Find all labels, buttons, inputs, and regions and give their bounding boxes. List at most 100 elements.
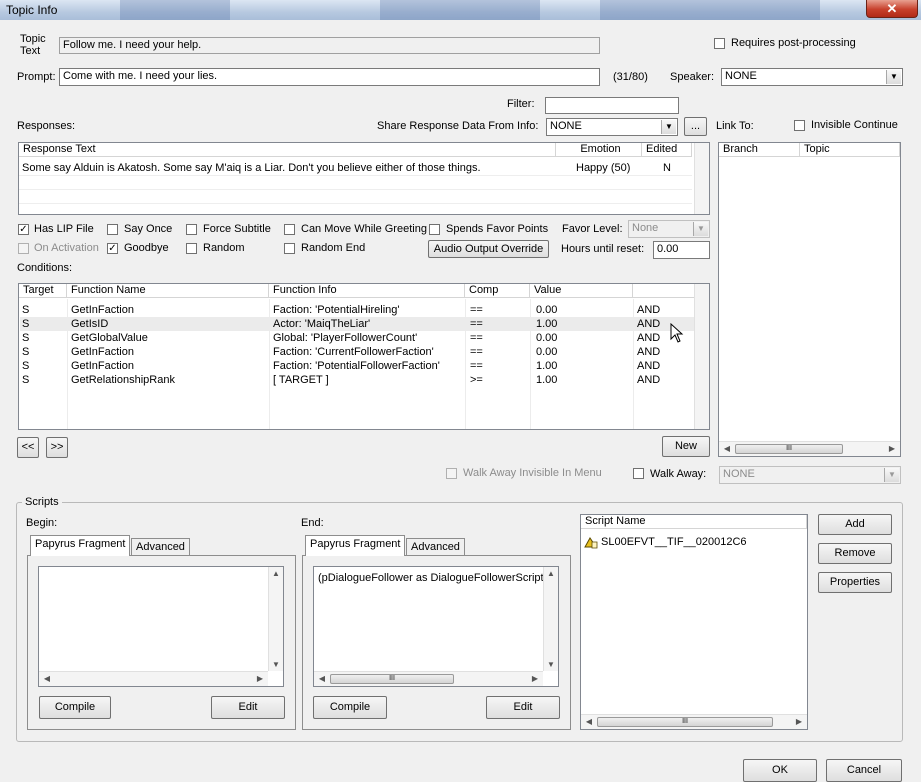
- tab-end-papyrus-fragment[interactable]: Papyrus Fragment: [305, 535, 406, 556]
- spends-favor-points-checkbox[interactable]: [429, 224, 440, 235]
- walk-away-invisible-label: Walk Away Invisible In Menu: [463, 467, 602, 479]
- ok-button[interactable]: OK: [743, 759, 817, 782]
- can-move-while-greeting-checkbox[interactable]: [284, 224, 295, 235]
- column-header-response-text[interactable]: Response Text: [19, 143, 556, 157]
- walk-away-dropdown[interactable]: NONE ▼: [719, 466, 901, 484]
- prompt-input[interactable]: Come with me. I need your lies.: [59, 68, 600, 86]
- condition-comp-cell: ==: [470, 304, 483, 316]
- column-header-function-info[interactable]: Function Info: [269, 284, 465, 298]
- close-button[interactable]: ✕: [866, 0, 918, 18]
- end-hscrollbar[interactable]: ◀ III ▶: [314, 671, 543, 686]
- topic-text-field[interactable]: Follow me. I need your help.: [59, 37, 600, 54]
- link-to-label: Link To:: [716, 120, 754, 132]
- walk-away-invisible-checkbox[interactable]: [446, 468, 457, 479]
- end-script-editor[interactable]: (pDialogueFollower as DialogueFollowerSc…: [313, 566, 559, 687]
- responses-scrollbar[interactable]: [694, 143, 709, 214]
- column-header-target[interactable]: Target: [19, 284, 67, 298]
- title-bar[interactable]: [0, 0, 921, 20]
- filter-input[interactable]: [545, 97, 679, 114]
- scroll-right-icon: ▶: [531, 674, 539, 683]
- column-header-edited[interactable]: Edited: [642, 143, 692, 157]
- scroll-down-icon: ▼: [547, 660, 555, 669]
- end-compile-button[interactable]: Compile: [313, 696, 387, 719]
- scroll-thumb[interactable]: III: [735, 444, 843, 454]
- link-to-hscrollbar[interactable]: ◀ III ▶: [719, 441, 900, 456]
- speaker-dropdown[interactable]: NONE ▼: [721, 68, 903, 86]
- condition-comp-cell: >=: [470, 374, 483, 386]
- column-header-function-name[interactable]: Function Name: [67, 284, 269, 298]
- add-script-button[interactable]: Add: [818, 514, 892, 535]
- scroll-right-icon: ▶: [888, 444, 896, 453]
- speaker-value: NONE: [725, 70, 757, 82]
- column-header-branch[interactable]: Branch: [719, 143, 800, 157]
- tab-begin-papyrus-fragment[interactable]: Papyrus Fragment: [30, 535, 131, 556]
- condition-operator-cell: AND: [637, 346, 661, 358]
- has-lip-file-label: Has LIP File: [34, 223, 94, 235]
- on-activation-checkbox[interactable]: [18, 243, 29, 254]
- column-header-value[interactable]: Value: [530, 284, 633, 298]
- previous-button[interactable]: <<: [17, 437, 39, 458]
- has-lip-file-checkbox[interactable]: ✓: [18, 224, 29, 235]
- scroll-right-icon: ▶: [256, 674, 264, 683]
- share-response-browse-button[interactable]: ...: [684, 117, 707, 136]
- condition-target-cell: S: [22, 318, 30, 330]
- column-header-script-name[interactable]: Script Name: [581, 515, 807, 529]
- script-properties-button[interactable]: Properties: [818, 572, 892, 593]
- remove-script-button[interactable]: Remove: [818, 543, 892, 564]
- tab-begin-advanced[interactable]: Advanced: [131, 538, 190, 556]
- conditions-scrollbar[interactable]: [694, 284, 709, 429]
- condition-function-cell: GetInFaction: [71, 346, 134, 358]
- next-button[interactable]: >>: [46, 437, 68, 458]
- audio-output-override-button[interactable]: Audio Output Override: [428, 240, 549, 258]
- say-once-label: Say Once: [124, 223, 173, 235]
- window-title: Topic Info: [6, 3, 58, 17]
- hours-until-reset-input[interactable]: 0.00: [653, 241, 710, 259]
- scroll-thumb[interactable]: III: [330, 674, 454, 684]
- begin-script-editor[interactable]: ▲ ▼ ◀ ▶: [38, 566, 284, 687]
- mouse-cursor-icon: [670, 322, 684, 346]
- link-to-list[interactable]: Branch Topic ◀ III ▶: [718, 142, 901, 457]
- requires-post-processing-checkbox[interactable]: [714, 38, 725, 49]
- random-end-label: Random End: [301, 242, 366, 254]
- favor-level-dropdown[interactable]: None ▼: [628, 220, 710, 238]
- condition-target-cell: S: [22, 332, 30, 344]
- scroll-up-icon: ▲: [272, 569, 280, 578]
- share-response-dropdown[interactable]: NONE ▼: [546, 118, 678, 136]
- condition-function-cell: GetInFaction: [71, 304, 134, 316]
- random-end-checkbox[interactable]: [284, 243, 295, 254]
- chevron-down-icon: ▼: [884, 468, 899, 482]
- column-header-comp[interactable]: Comp: [465, 284, 530, 298]
- column-header-emotion[interactable]: Emotion: [556, 143, 642, 157]
- begin-vscrollbar[interactable]: ▲ ▼: [268, 567, 283, 671]
- conditions-table[interactable]: Target Function Name Function Info Comp …: [18, 283, 710, 430]
- goodbye-label: Goodbye: [124, 242, 169, 254]
- end-edit-button[interactable]: Edit: [486, 696, 560, 719]
- force-subtitle-checkbox[interactable]: [186, 224, 197, 235]
- new-condition-button[interactable]: New: [662, 436, 710, 457]
- begin-hscrollbar[interactable]: ◀ ▶: [39, 671, 268, 686]
- column-header-topic[interactable]: Topic: [800, 143, 900, 157]
- walk-away-checkbox[interactable]: [633, 468, 644, 479]
- say-once-checkbox[interactable]: [107, 224, 118, 235]
- scroll-left-icon: ◀: [43, 674, 51, 683]
- script-list-hscrollbar[interactable]: ◀ III ▶: [581, 714, 807, 729]
- column-header-operator[interactable]: [633, 284, 696, 298]
- list-item[interactable]: SL00EFVT__TIF__020012C6: [584, 535, 806, 551]
- begin-edit-button[interactable]: Edit: [211, 696, 285, 719]
- invisible-continue-checkbox[interactable]: [794, 120, 805, 131]
- condition-operator-cell: AND: [637, 332, 661, 344]
- scroll-thumb[interactable]: III: [597, 717, 773, 727]
- chevron-down-icon: ▼: [661, 120, 676, 134]
- condition-value-cell: 0.00: [536, 346, 558, 358]
- invisible-continue-label: Invisible Continue: [811, 119, 898, 131]
- scroll-left-icon: ◀: [723, 444, 731, 453]
- cancel-button[interactable]: Cancel: [826, 759, 902, 782]
- begin-compile-button[interactable]: Compile: [39, 696, 111, 719]
- end-vscrollbar[interactable]: ▲ ▼: [543, 567, 558, 671]
- condition-operator-cell: AND: [637, 360, 661, 372]
- responses-list[interactable]: Response Text Emotion Edited Some say Al…: [18, 142, 710, 215]
- script-name-list[interactable]: Script Name SL00EFVT__TIF__020012C6 ◀ II…: [580, 514, 808, 730]
- goodbye-checkbox[interactable]: ✓: [107, 243, 118, 254]
- random-checkbox[interactable]: [186, 243, 197, 254]
- tab-end-advanced[interactable]: Advanced: [406, 538, 465, 556]
